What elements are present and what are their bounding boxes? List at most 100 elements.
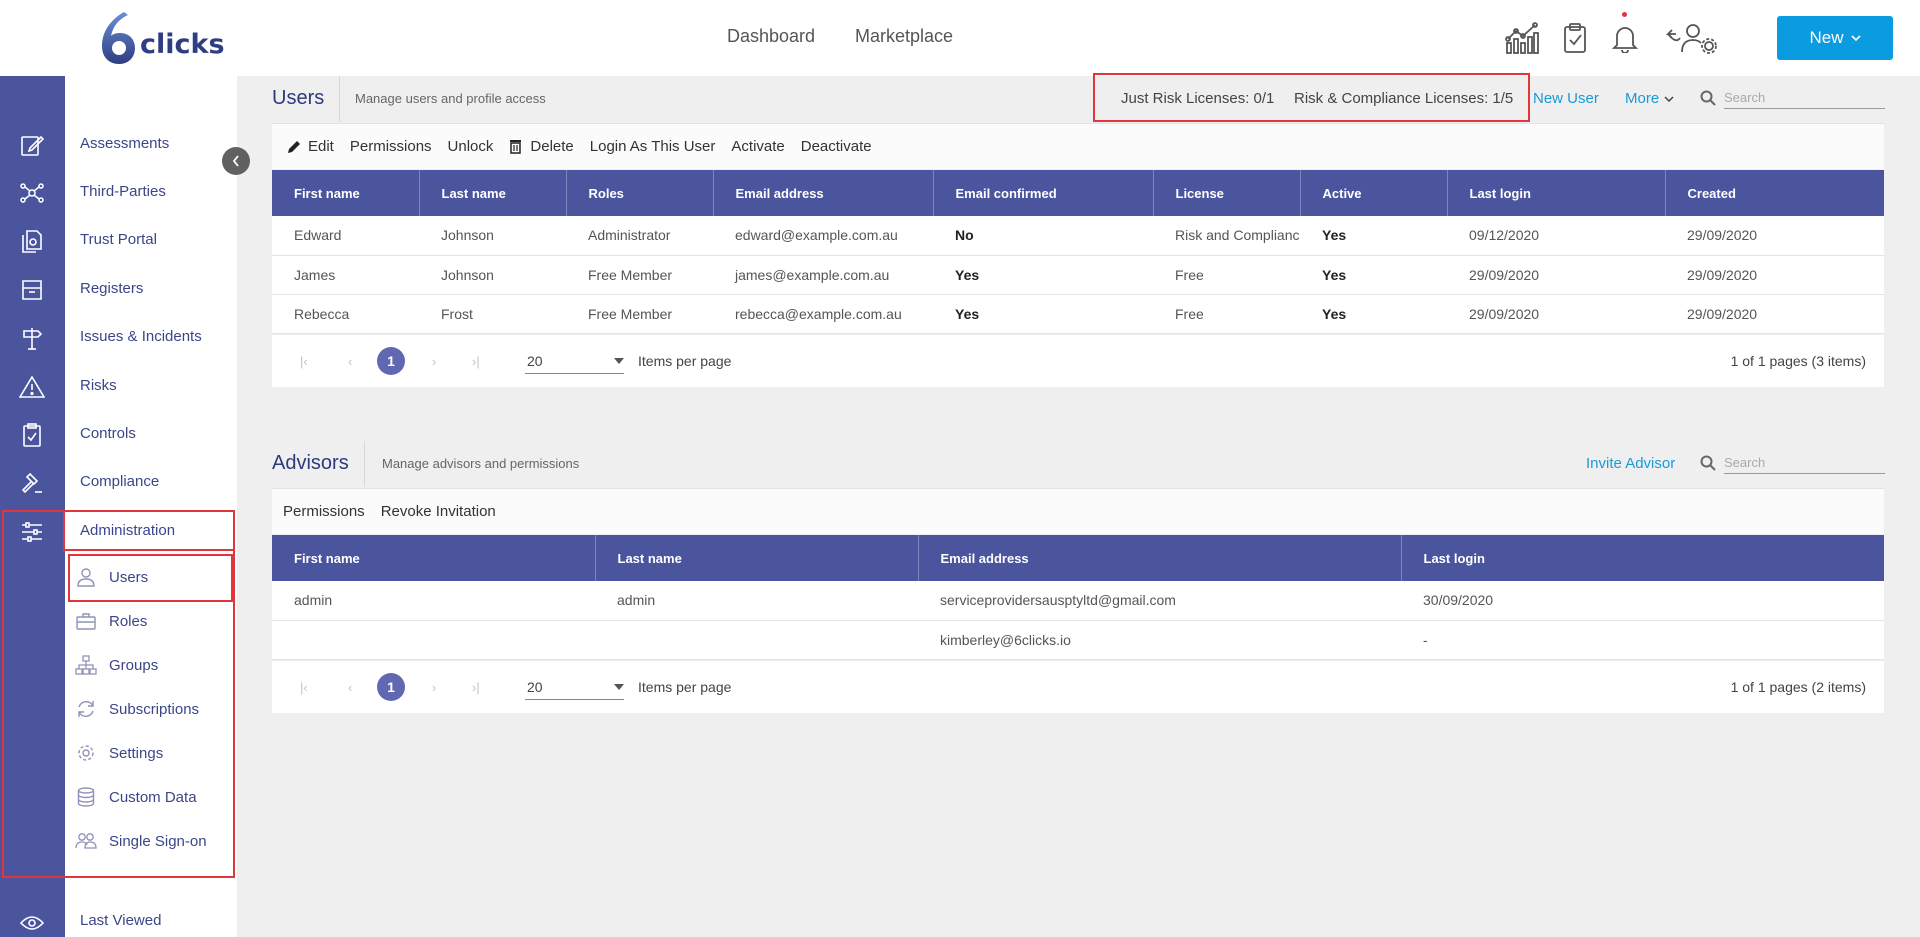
logo[interactable]: clicks: [98, 10, 225, 66]
sidebar-subitem-roles[interactable]: Roles: [75, 609, 147, 633]
sidebar-subitem-single-sign-on[interactable]: Single Sign-on: [75, 829, 207, 853]
permissions-button[interactable]: Permissions: [350, 138, 432, 155]
column-header[interactable]: Created: [1665, 170, 1884, 216]
prev-page-icon[interactable]: ‹: [348, 354, 352, 369]
last-page-icon[interactable]: ›|: [472, 680, 480, 695]
sidebar-subitem-settings[interactable]: Settings: [75, 741, 163, 765]
new-user-link[interactable]: New User: [1533, 90, 1599, 107]
column-header[interactable]: Roles: [566, 170, 714, 216]
user-settings-icon[interactable]: [1664, 20, 1720, 56]
sidebar-item-risks[interactable]: Risks: [80, 377, 117, 394]
sidebar-item-issues-incidents[interactable]: Issues & Incidents: [80, 328, 202, 345]
advisor-permissions-button[interactable]: Permissions: [283, 503, 365, 520]
sidebar-subitem-users[interactable]: Users: [75, 565, 148, 589]
delete-button[interactable]: Delete: [509, 138, 574, 155]
column-header[interactable]: First name: [272, 535, 596, 581]
invite-advisor-link[interactable]: Invite Advisor: [1586, 455, 1675, 472]
warning-icon[interactable]: [19, 374, 45, 400]
sidebar-subitem-label: Groups: [109, 656, 159, 674]
unlock-button[interactable]: Unlock: [448, 138, 494, 155]
eye-icon[interactable]: [19, 910, 45, 936]
column-header[interactable]: Last login: [1447, 170, 1666, 216]
first-page-icon[interactable]: |‹: [300, 354, 308, 369]
table-row[interactable]: Rebecca Frost Free Member rebecca@exampl…: [272, 294, 1884, 334]
edit-icon[interactable]: [19, 132, 45, 158]
nav-marketplace[interactable]: Marketplace: [855, 26, 953, 47]
column-header[interactable]: Active: [1300, 170, 1448, 216]
logo-mark-icon: [102, 12, 135, 64]
documents-icon[interactable]: [19, 228, 45, 254]
table-cell: Edward: [272, 216, 419, 256]
column-header[interactable]: Last name: [419, 170, 567, 216]
current-page[interactable]: 1: [377, 347, 405, 375]
table-cell: 29/09/2020: [1665, 294, 1884, 334]
edit-button[interactable]: Edit: [286, 138, 334, 155]
task-clipboard-icon[interactable]: [1557, 20, 1593, 56]
column-header[interactable]: License: [1153, 170, 1301, 216]
edit-label: Edit: [308, 138, 334, 155]
column-header[interactable]: Last login: [1401, 535, 1884, 581]
next-page-icon[interactable]: ›: [432, 354, 436, 369]
column-header[interactable]: Last name: [595, 535, 919, 581]
next-page-icon[interactable]: ›: [432, 680, 436, 695]
column-header[interactable]: Email address: [918, 535, 1402, 581]
search-icon[interactable]: [1700, 90, 1716, 106]
table-cell: -: [1401, 620, 1884, 660]
notification-dot: [1622, 12, 1627, 17]
risk-compliance-licenses: Risk & Compliance Licenses: 1/5: [1294, 90, 1514, 107]
table-row[interactable]: James Johnson Free Member james@example.…: [272, 255, 1884, 295]
collapse-sidebar-button[interactable]: [222, 147, 250, 175]
activate-button[interactable]: Activate: [731, 138, 784, 155]
column-header[interactable]: First name: [272, 170, 420, 216]
sidebar-item-controls[interactable]: Controls: [80, 425, 136, 442]
table-row[interactable]: admin admin serviceprovidersausptyltd@gm…: [272, 581, 1884, 621]
sidebar-item-last-viewed[interactable]: Last Viewed: [80, 912, 161, 929]
revoke-invitation-button[interactable]: Revoke Invitation: [381, 503, 496, 520]
login-as-user-button[interactable]: Login As This User: [590, 138, 716, 155]
sidebar-item-third-parties[interactable]: Third-Parties: [80, 183, 166, 200]
page-size-select[interactable]: 20: [525, 674, 624, 700]
first-page-icon[interactable]: |‹: [300, 680, 308, 695]
column-header[interactable]: Email confirmed: [933, 170, 1154, 216]
sidebar-item-trust-portal[interactable]: Trust Portal: [80, 231, 157, 248]
sidebar-item-registers[interactable]: Registers: [80, 280, 143, 297]
page-size-select[interactable]: 20: [525, 348, 624, 374]
table-row[interactable]: kimberley@6clicks.io -: [272, 620, 1884, 660]
sidebar-subitem-groups[interactable]: Groups: [75, 653, 158, 677]
table-cell: Johnson: [419, 216, 566, 256]
new-button-label: New: [1809, 28, 1844, 47]
trash-icon: [510, 140, 522, 154]
sliders-icon[interactable]: [19, 519, 45, 545]
table-cell: [595, 620, 918, 660]
prev-page-icon[interactable]: ‹: [348, 680, 352, 695]
just-risk-licenses: Just Risk Licenses: 0/1: [1121, 90, 1275, 107]
bell-icon[interactable]: [1607, 20, 1643, 56]
nav-dashboard[interactable]: Dashboard: [727, 26, 815, 47]
last-page-icon[interactable]: ›|: [472, 354, 480, 369]
current-page[interactable]: 1: [377, 673, 405, 701]
deactivate-button[interactable]: Deactivate: [801, 138, 872, 155]
caret-down-icon: [614, 683, 624, 690]
users-search-input[interactable]: [1724, 87, 1885, 109]
sidebar-item-compliance[interactable]: Compliance: [80, 473, 159, 490]
archive-box-icon[interactable]: [19, 277, 45, 303]
users-section-title: Users: [272, 87, 325, 109]
new-button[interactable]: New: [1777, 16, 1893, 60]
sidebar-subitem-custom-data[interactable]: Custom Data: [75, 785, 197, 809]
sidebar-subitem-subscriptions[interactable]: Subscriptions: [75, 697, 199, 721]
search-icon[interactable]: [1700, 455, 1716, 471]
sidebar-item-administration[interactable]: Administration: [80, 522, 175, 539]
table-cell: Risk and Compliance: [1153, 216, 1300, 256]
advisors-section-title: Advisors: [272, 452, 349, 474]
network-icon[interactable]: [19, 180, 45, 206]
sidebar-item-assessments[interactable]: Assessments: [80, 135, 169, 152]
column-header[interactable]: Email address: [713, 170, 934, 216]
chevron-left-icon: [232, 155, 239, 167]
gavel-icon[interactable]: [19, 470, 45, 496]
advisors-search-input[interactable]: [1724, 452, 1885, 474]
analytics-icon[interactable]: [1504, 20, 1540, 56]
table-row[interactable]: Edward Johnson Administrator edward@exam…: [272, 216, 1884, 256]
checklist-icon[interactable]: [19, 422, 45, 448]
more-menu[interactable]: More: [1625, 90, 1674, 107]
signpost-icon[interactable]: [19, 325, 45, 351]
